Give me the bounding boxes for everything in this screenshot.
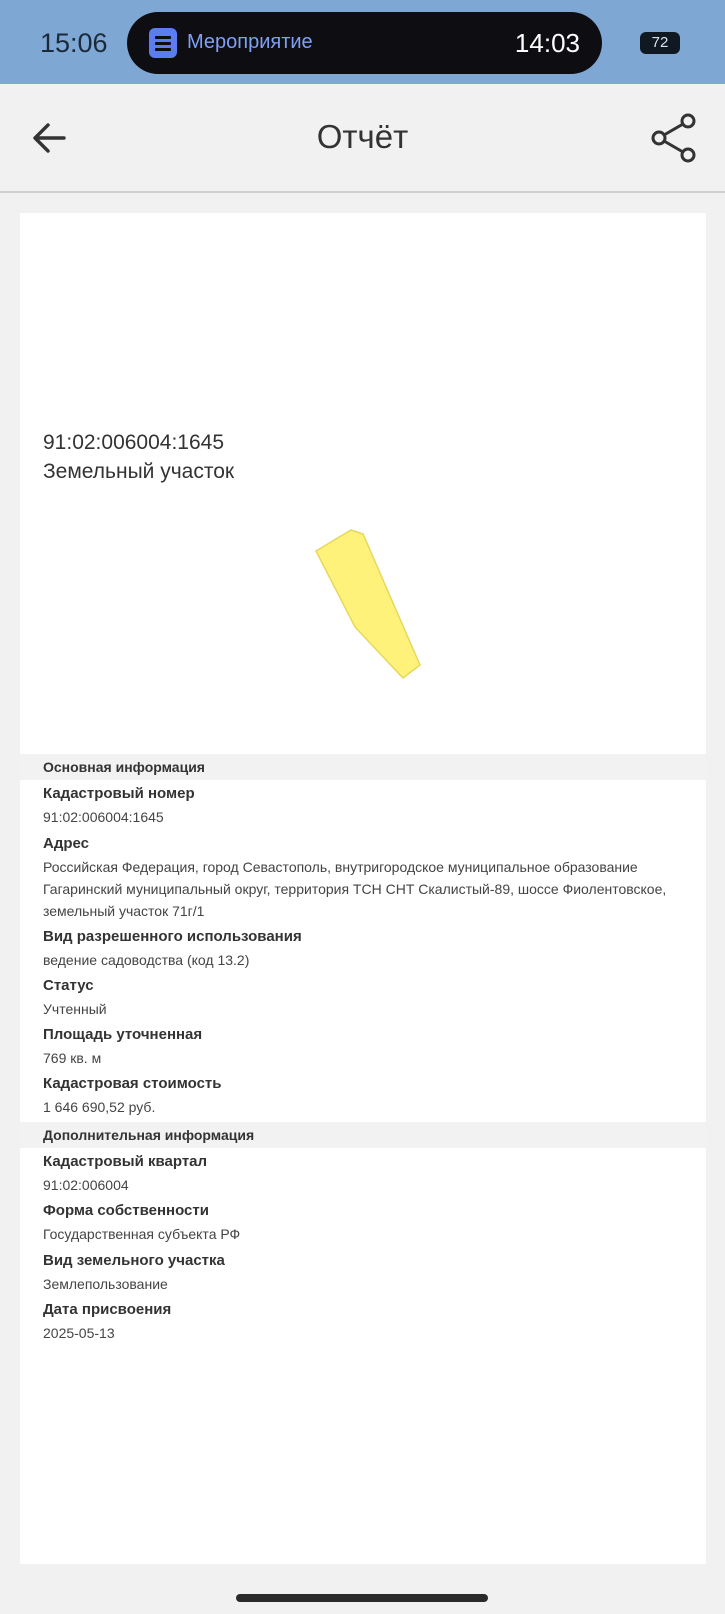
field-value-cadastral-number: 91:02:006004:1645 [43,809,164,825]
land-parcel-shape [315,529,421,680]
map-cadastral-number: 91:02:006004:1645 [43,431,225,454]
main-info-header: Основная информация [20,754,706,780]
field-label-status: Статус [43,977,94,994]
field-label-address: Адрес [43,835,90,852]
share-button[interactable] [646,110,702,166]
field-value-assignment-date: 2025-05-13 [43,1325,115,1341]
status-time: 15:06 [40,28,108,58]
live-activity-pill[interactable]: Мероприятие 14:03 [127,12,602,74]
field-value-parcel-kind: Землепользование [43,1276,168,1292]
field-label-assignment-date: Дата присвоения [43,1301,172,1318]
extra-info-header: Дополнительная информация [20,1122,706,1148]
field-value-cadastral-value: 1 646 690,52 руб. [43,1099,156,1115]
share-icon [651,113,696,163]
field-label-permitted-use: Вид разрешенного использования [43,928,302,945]
field-label-area: Площадь уточненная [43,1026,203,1043]
field-label-ownership: Форма собственности [43,1202,209,1219]
field-value-ownership: Государственная субъекта РФ [43,1226,241,1242]
page-title: Отчёт [316,118,409,155]
app-bar: Отчёт [0,84,725,193]
battery-icon: 72 [640,32,680,54]
map-object-type: Земельный участок [43,460,235,483]
activity-time: 14:03 [514,28,580,58]
status-bar: 15:06 Мероприятие 14:03 72 [0,0,725,84]
calendar-list-icon [149,28,177,58]
field-label-cadastral-value: Кадастровая стоимость [43,1075,222,1092]
home-indicator[interactable] [236,1594,488,1602]
field-value-address: Российская Федерация, город Севастополь,… [43,859,667,919]
field-value-area: 769 кв. м [43,1050,102,1066]
field-value-cadastral-quarter: 91:02:006004 [43,1177,129,1193]
field-label-parcel-kind: Вид земельного участка [43,1252,225,1269]
field-label-cadastral-quarter: Кадастровый квартал [43,1153,208,1170]
report-card: 91:02:006004:1645 Земельный участок Осно… [20,213,706,1564]
parcel-map[interactable]: 91:02:006004:1645 Земельный участок [20,213,706,748]
field-value-status: Учтенный [43,1001,107,1017]
field-value-permitted-use: ведение садоводства (код 13.2) [43,952,250,968]
field-label-cadastral-number: Кадастровый номер [43,785,195,802]
activity-title: Мероприятие [187,31,313,53]
